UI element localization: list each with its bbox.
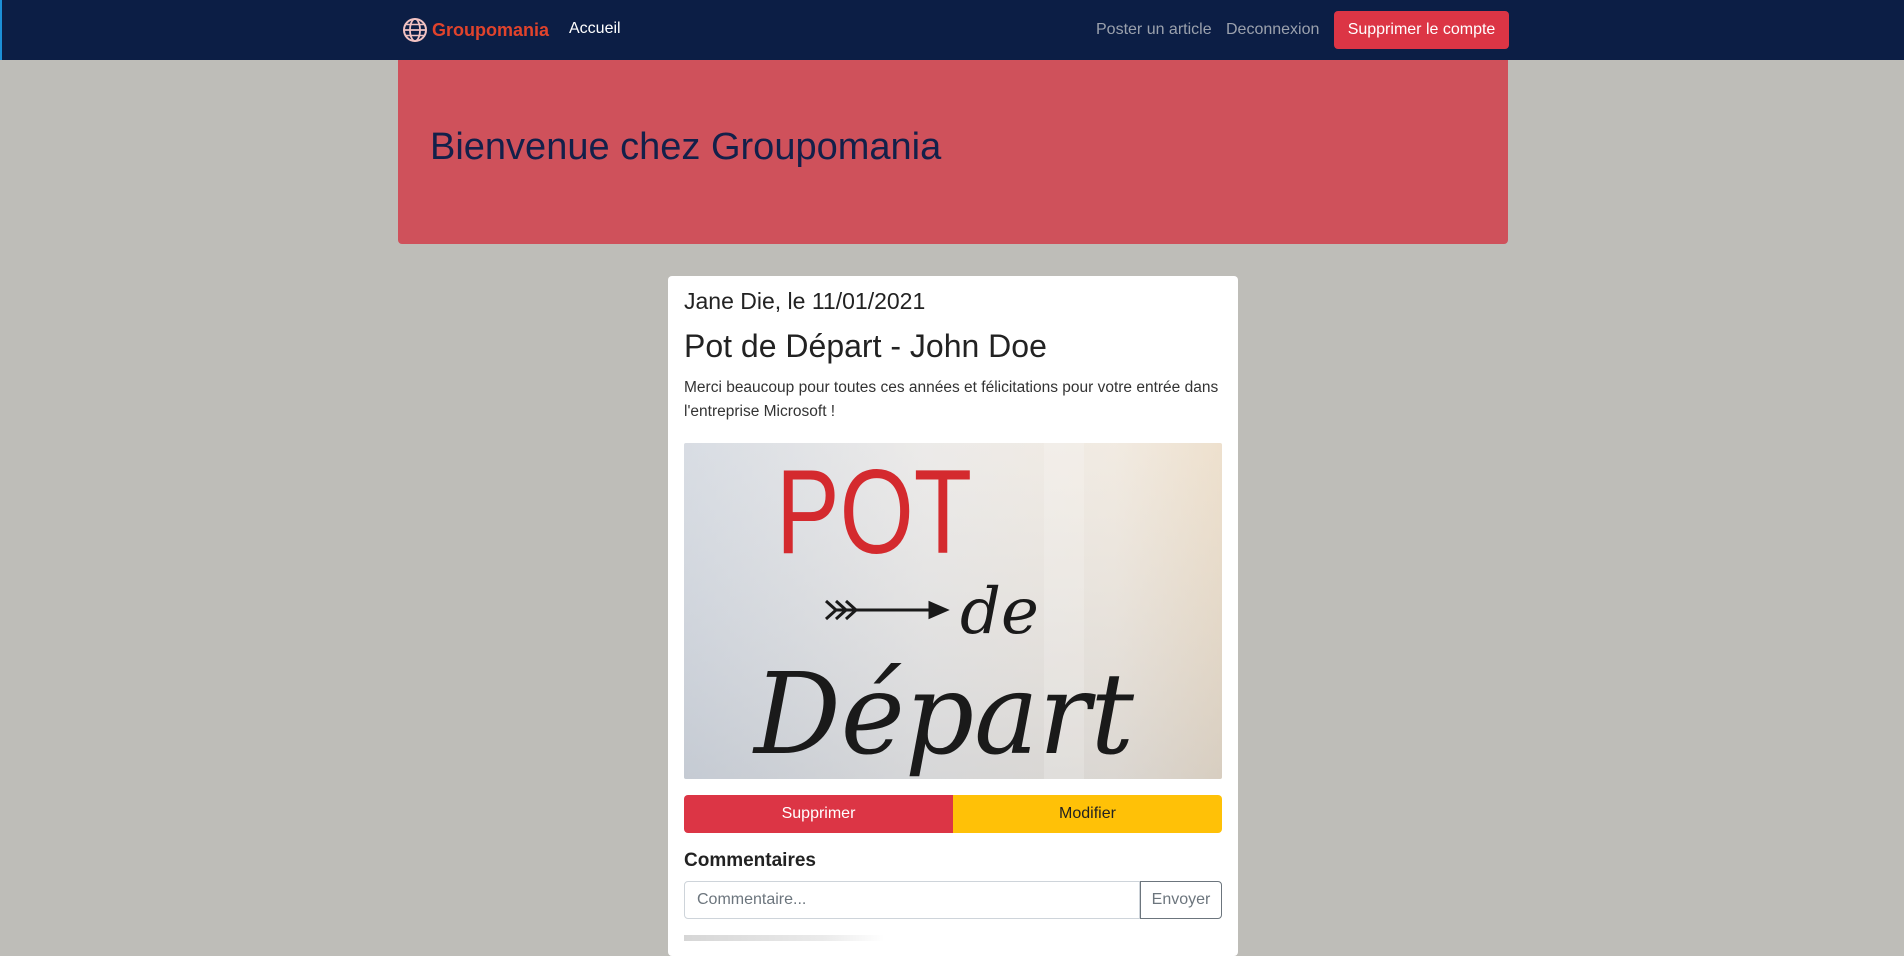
delete-post-button[interactable]: Supprimer bbox=[684, 795, 953, 833]
post-title: Pot de Départ - John Doe bbox=[684, 328, 1047, 364]
top-navbar: Groupomania Accueil Poster un article De… bbox=[0, 0, 1904, 60]
nav-link-post-article[interactable]: Poster un article bbox=[1096, 21, 1212, 39]
post-image: POT de Départ bbox=[684, 443, 1222, 779]
edit-post-button[interactable]: Modifier bbox=[953, 795, 1222, 833]
post-image-text-depart: Départ bbox=[752, 650, 1135, 779]
globe-icon bbox=[402, 17, 428, 43]
nav-link-logout[interactable]: Deconnexion bbox=[1226, 21, 1319, 39]
post-author-date: Jane Die, le 11/01/2021 bbox=[684, 288, 926, 314]
comment-input[interactable] bbox=[684, 881, 1140, 919]
comments-heading: Commentaires bbox=[684, 850, 816, 871]
post-image-text-de: de bbox=[960, 575, 1039, 649]
comment-form: Envoyer bbox=[684, 881, 1222, 919]
brand-name: Groupomania bbox=[432, 19, 550, 40]
post-actions: Supprimer Modifier bbox=[684, 795, 1222, 833]
send-comment-button[interactable]: Envoyer bbox=[1140, 881, 1222, 919]
welcome-banner: Bienvenue chez Groupomania bbox=[398, 60, 1508, 244]
welcome-title: Bienvenue chez Groupomania bbox=[430, 126, 942, 168]
post-card: Jane Die, le 11/01/2021 Pot de Départ - … bbox=[668, 276, 1238, 956]
post-image-text-pot: POT bbox=[776, 445, 972, 579]
brand-logo-link[interactable]: Groupomania bbox=[402, 17, 549, 43]
post-body: Merci beaucoup pour toutes ces années et… bbox=[684, 379, 1219, 420]
nav-link-home[interactable]: Accueil bbox=[569, 20, 621, 38]
delete-account-button[interactable]: Supprimer le compte bbox=[1334, 11, 1509, 49]
comment-preview-cutoff bbox=[684, 935, 884, 941]
